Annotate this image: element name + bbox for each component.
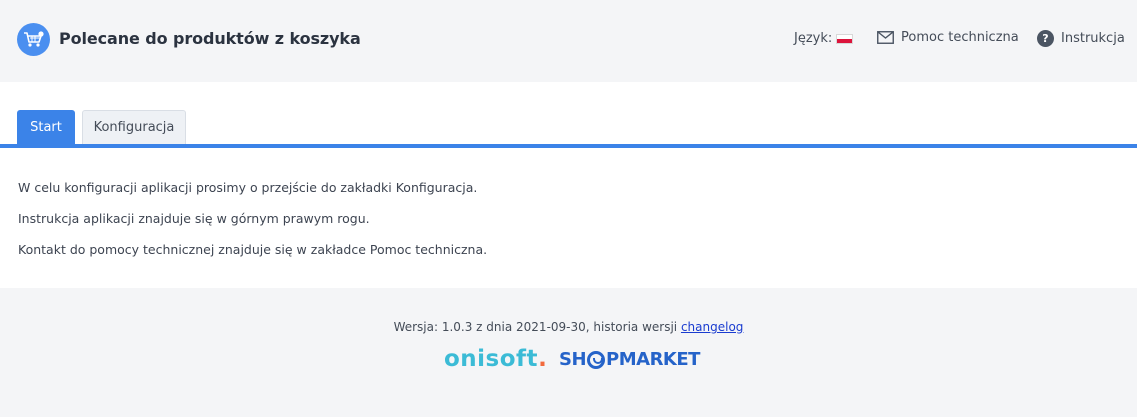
page-title: Polecane do produktów z koszyka bbox=[59, 29, 361, 48]
pl-flag-icon[interactable] bbox=[836, 33, 854, 44]
shopmarket-logo[interactable]: SH PMARKET bbox=[559, 349, 700, 370]
tab-konfiguracja[interactable]: Konfiguracja bbox=[82, 110, 186, 144]
info-text: Instrukcja aplikacji znajduje się w górn… bbox=[18, 211, 370, 226]
language-label: Język: bbox=[794, 31, 833, 46]
shopmarket-o-icon bbox=[587, 350, 606, 369]
tab-underline bbox=[0, 144, 1137, 148]
info-text: W celu konfiguracji aplikacji prosimy o … bbox=[18, 180, 478, 195]
help-link[interactable]: Pomoc techniczna bbox=[877, 30, 1019, 45]
instructions-link[interactable]: ? Instrukcja bbox=[1037, 30, 1125, 47]
shopping-cart-icon bbox=[17, 23, 50, 56]
start-content: W celu konfiguracji aplikacji prosimy o … bbox=[18, 180, 487, 273]
app-header: Polecane do produktów z koszyka Język: P… bbox=[0, 0, 1137, 82]
tab-start[interactable]: Start bbox=[17, 110, 75, 144]
onisoft-logo[interactable]: onisoft. bbox=[444, 346, 547, 372]
version-text: Wersja: 1.0.3 z dnia 2021-09-30, histori… bbox=[393, 320, 678, 334]
help-label: Pomoc techniczna bbox=[901, 30, 1019, 45]
main-panel: Start Konfiguracja W celu konfiguracji a… bbox=[0, 82, 1137, 288]
language-selector[interactable]: Język: bbox=[794, 31, 854, 46]
info-text: Kontakt do pomocy technicznej znajduje s… bbox=[18, 242, 488, 257]
envelope-icon bbox=[877, 31, 894, 44]
version-info: Wersja: 1.0.3 z dnia 2021-09-30, histori… bbox=[0, 320, 1137, 334]
instructions-label: Instrukcja bbox=[1061, 31, 1125, 46]
footer: Wersja: 1.0.3 z dnia 2021-09-30, histori… bbox=[0, 288, 1137, 417]
question-circle-icon: ? bbox=[1037, 30, 1054, 47]
changelog-link[interactable]: changelog bbox=[681, 320, 743, 334]
